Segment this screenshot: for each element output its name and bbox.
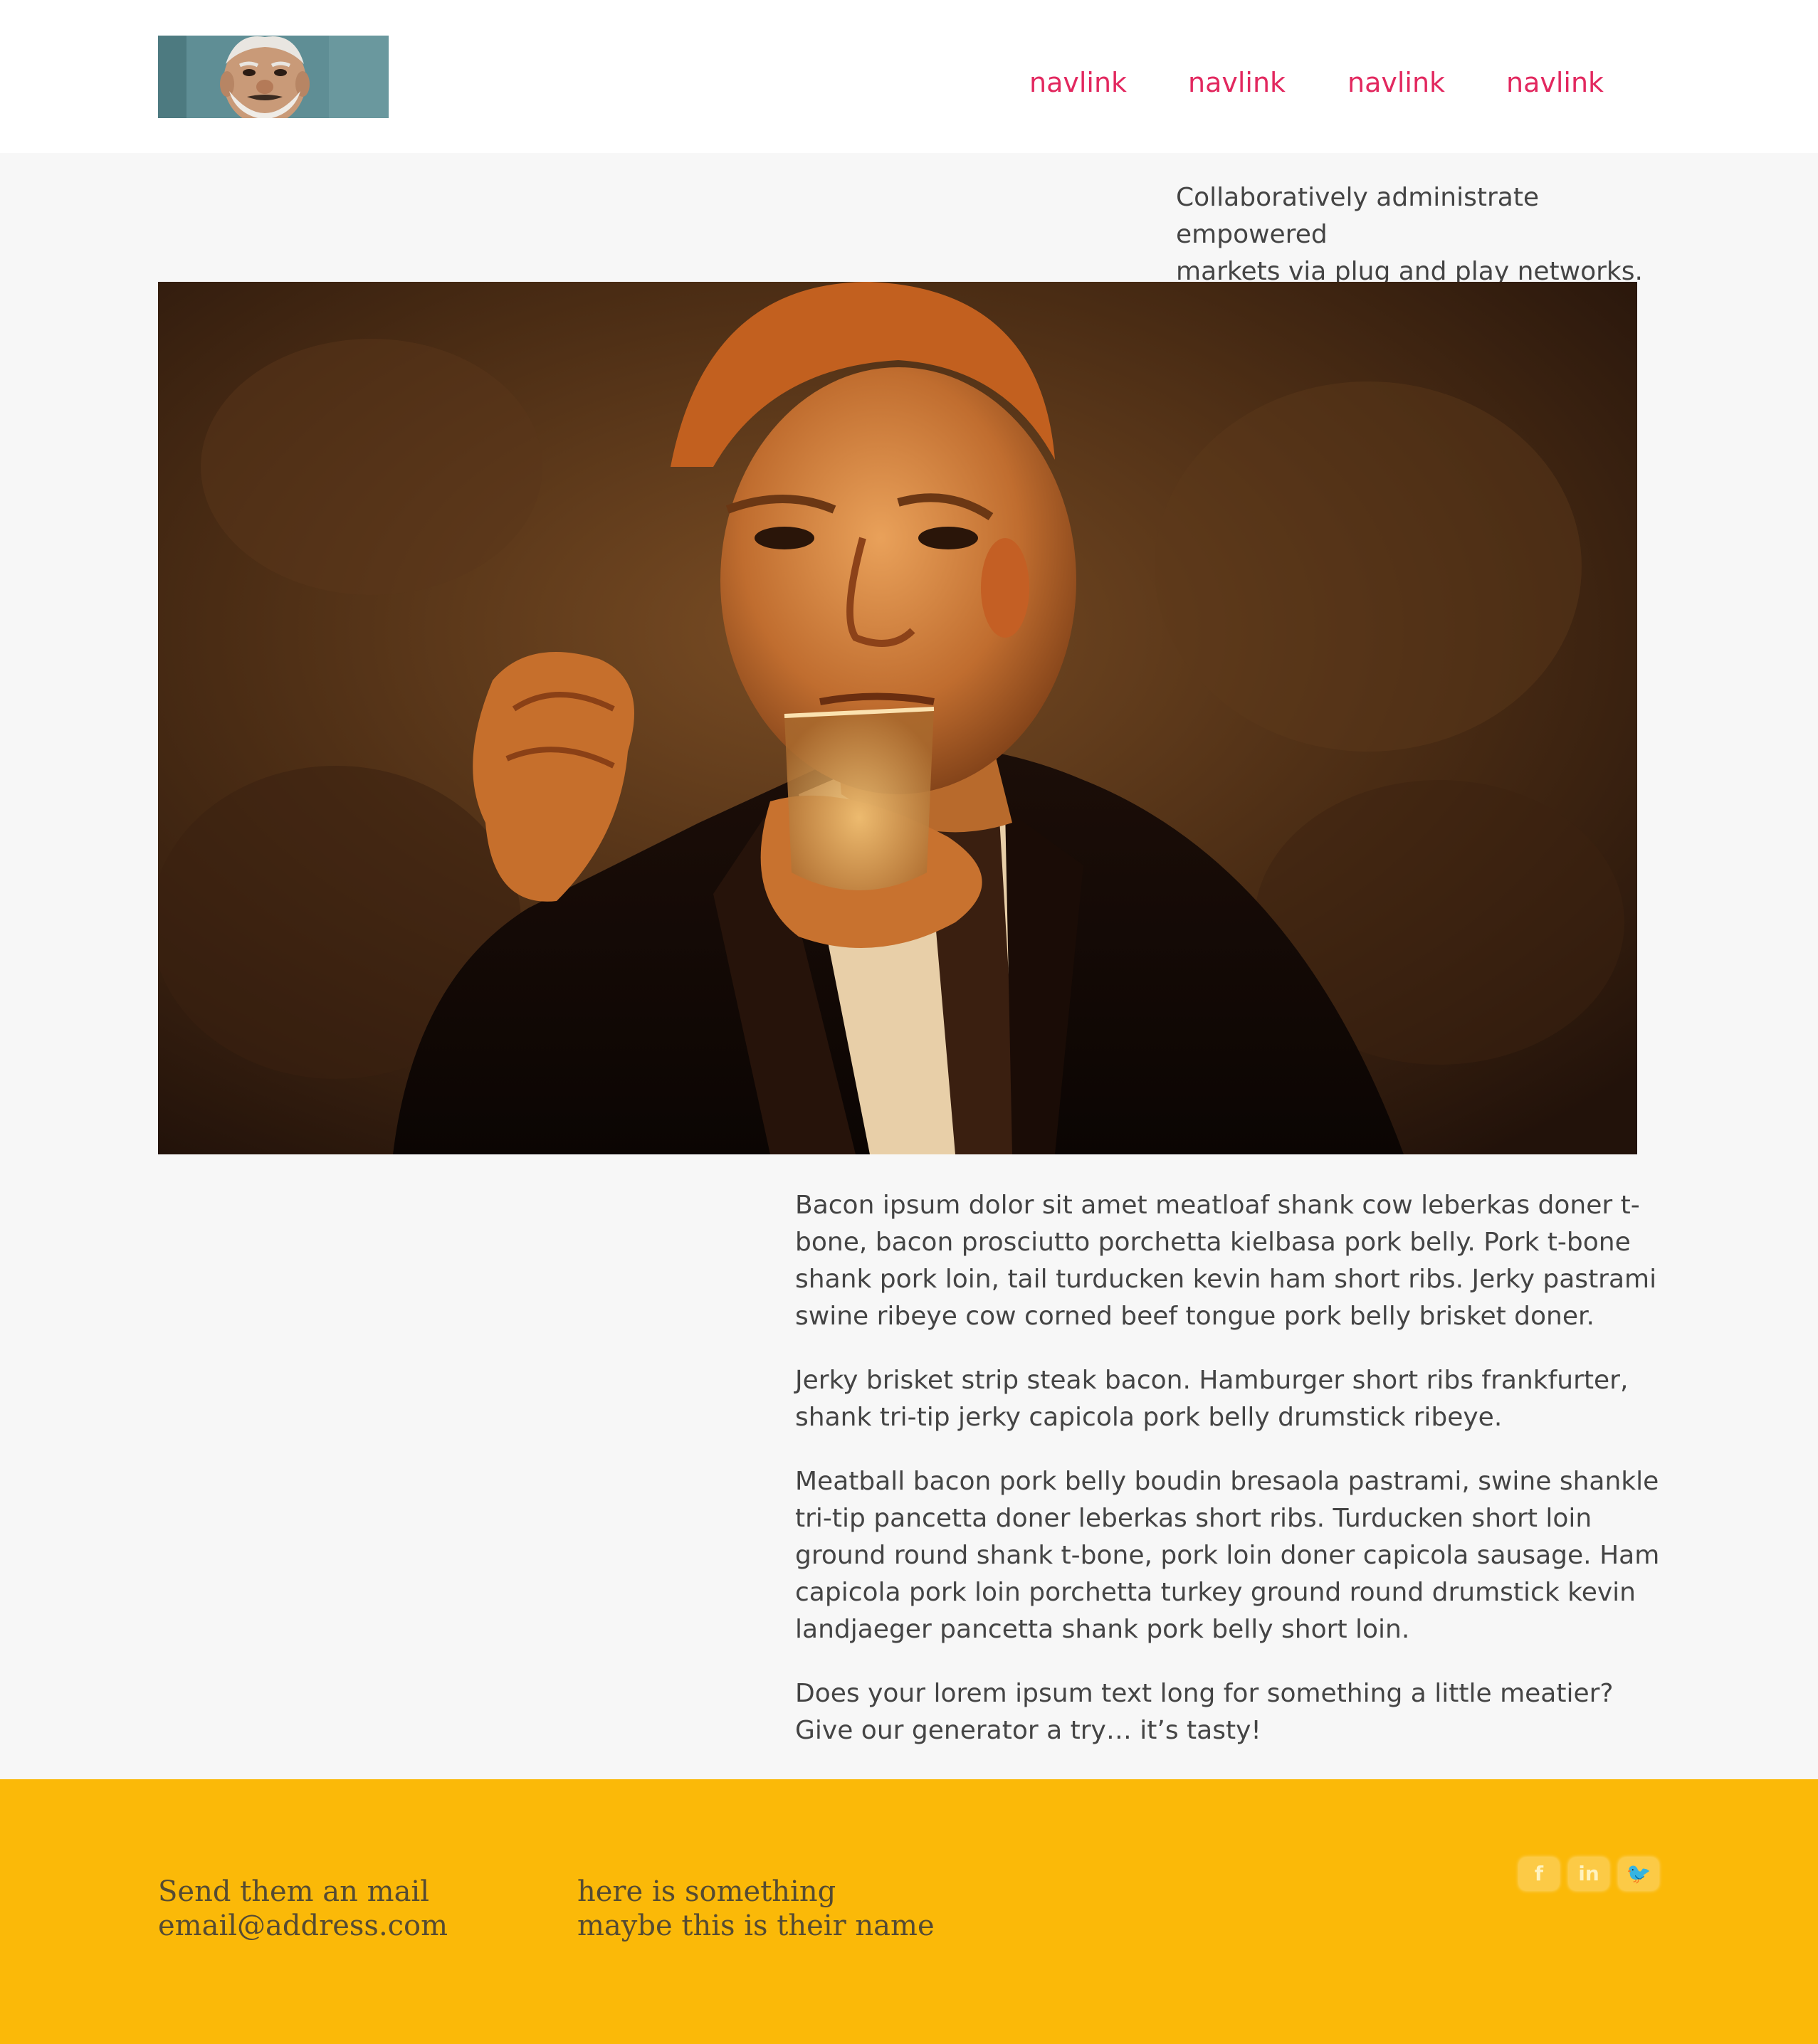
facebook-icon[interactable]: f <box>1519 1858 1559 1890</box>
article-paragraph-3: Meatball bacon pork belly boudin bresaol… <box>795 1467 1660 1644</box>
footer-info-line-2: maybe this is their name <box>577 1909 935 1942</box>
site-footer: Send them an mail email@address.com here… <box>0 1779 1818 2044</box>
article-body: Bacon ipsum dolor sit amet meatloaf shan… <box>795 1187 1664 1776</box>
footer-contact: Send them an mail email@address.com <box>158 1875 448 1943</box>
twitter-icon[interactable]: 🐦 <box>1619 1858 1659 1890</box>
footer-email-link[interactable]: email@address.com <box>158 1909 448 1943</box>
nav-link-3[interactable]: navlink <box>1347 63 1445 102</box>
tagline: Collaboratively administrate empowered m… <box>1176 179 1688 290</box>
article-paragraph-2: Jerky brisket strip steak bacon. Hamburg… <box>795 1366 1629 1432</box>
linkedin-icon[interactable]: in <box>1569 1858 1609 1890</box>
site-header: navlink navlink navlink navlink <box>0 0 1818 153</box>
hero-image <box>158 282 1637 1154</box>
main-nav: navlink navlink navlink navlink <box>982 63 1609 102</box>
footer-contact-heading: Send them an mail <box>158 1875 429 1908</box>
article-paragraph-1: Bacon ipsum dolor sit amet meatloaf shan… <box>795 1191 1657 1331</box>
footer-info: here is something maybe this is their na… <box>577 1875 935 1943</box>
article-paragraph-4: Does your lorem ipsum text long for some… <box>795 1679 1614 1745</box>
nav-link-4[interactable]: navlink <box>1506 63 1604 102</box>
logo-image[interactable] <box>158 36 389 118</box>
logo-portrait <box>158 36 389 118</box>
tagline-line-1: Collaboratively administrate empowered <box>1176 183 1540 249</box>
nav-link-2[interactable]: navlink <box>1188 63 1286 102</box>
hero-photo <box>158 282 1637 1154</box>
nav-link-1[interactable]: navlink <box>1029 63 1127 102</box>
footer-info-line-1: here is something <box>577 1875 836 1908</box>
